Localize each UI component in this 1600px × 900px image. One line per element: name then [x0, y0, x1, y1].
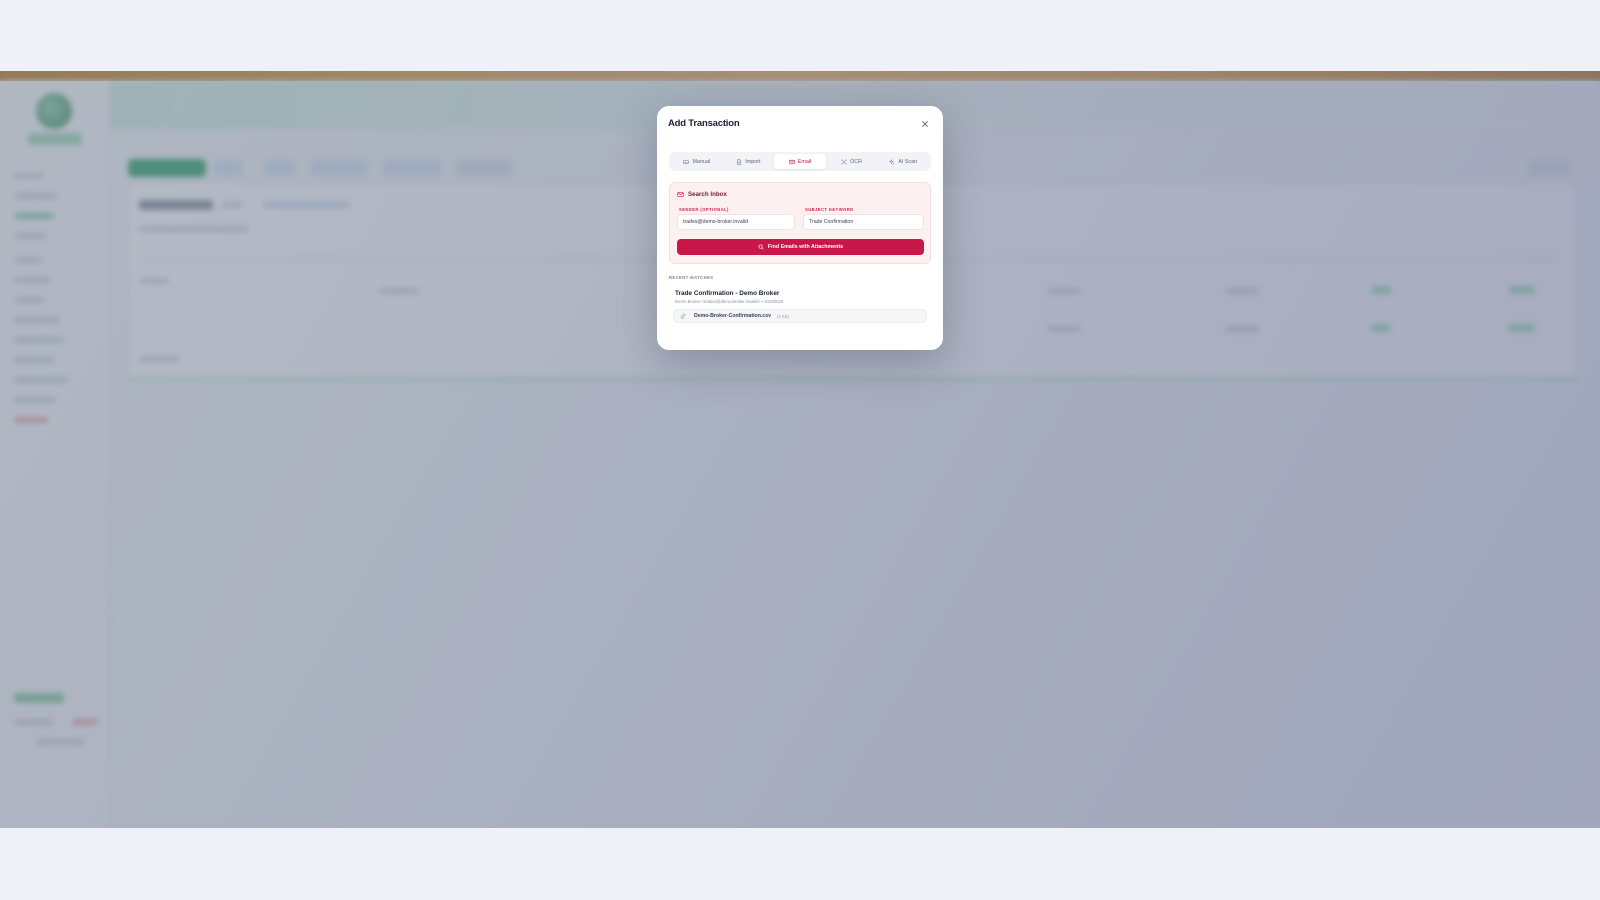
tab-label: AI Scan [898, 158, 918, 165]
match-subject: Trade Confirmation - Demo Broker [675, 290, 780, 297]
tab-label: OCR [850, 158, 863, 165]
document-icon [737, 158, 742, 165]
keyboard-icon [683, 159, 690, 164]
search-icon [758, 244, 764, 250]
sparkle-icon [889, 158, 895, 165]
scan-icon [841, 159, 847, 164]
mail-icon [677, 192, 684, 197]
sender-input[interactable]: trades@demo-broker.invalid [677, 214, 795, 230]
paperclip-icon [680, 313, 686, 319]
sender-label: SENDER (OPTIONAL) [679, 207, 729, 212]
find-emails-button[interactable]: Find Emails with Attachments [677, 239, 924, 255]
attachment-name: Demo-Broker-Confirmation.csv [694, 313, 771, 319]
close-icon [922, 121, 928, 127]
tab-label: Import [745, 158, 761, 165]
tab-import[interactable]: Import [723, 154, 775, 169]
close-button[interactable] [919, 118, 931, 130]
email-match-item[interactable]: Trade Confirmation - Demo Broker Demo Br… [669, 285, 931, 341]
tab-label: Email [797, 158, 812, 165]
attachment-item[interactable]: Demo-Broker-Confirmation.csv (4 KB) [673, 309, 927, 323]
recent-matches-label: RECENT MATCHES [669, 275, 714, 280]
tab-ai-scan[interactable]: AI Scan [877, 154, 929, 169]
subject-label: SUBJECT KEYWORD [805, 207, 854, 212]
tab-ocr[interactable]: OCR [826, 154, 878, 169]
subject-input[interactable]: Trade Confirmation [803, 214, 924, 230]
modal-title: Add Transaction [668, 118, 740, 129]
tab-manual[interactable]: Manual [671, 154, 723, 169]
tab-label: Manual [692, 158, 711, 165]
find-emails-label: Find Emails with Attachments [767, 244, 844, 250]
search-inbox-heading: Search Inbox [677, 191, 727, 198]
attachment-size: (4 KB) [776, 313, 789, 319]
search-inbox-title: Search Inbox [688, 191, 727, 198]
add-transaction-modal: Add Transaction Manual Import Email OCR … [657, 106, 943, 350]
search-inbox-panel: Search Inbox SENDER (OPTIONAL) trades@de… [669, 182, 931, 264]
source-tabs: Manual Import Email OCR AI Scan [669, 152, 931, 171]
tab-email[interactable]: Email [774, 154, 826, 169]
match-meta: Demo Broker <trades@demo-broker.invalid>… [675, 299, 784, 304]
mail-icon [789, 159, 795, 164]
